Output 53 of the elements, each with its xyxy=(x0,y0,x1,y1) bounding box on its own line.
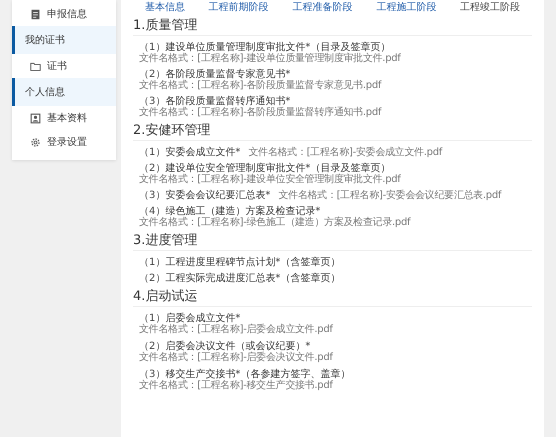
filename-format-hint: 文件名格式：[工程名称]-安委会会议纪要汇总表.pdf xyxy=(278,190,502,201)
stage-tab[interactable]: 基本信息 xyxy=(144,2,185,14)
document-requirement: 启委会决议文件（或会议纪要）* xyxy=(165,341,310,352)
filename-format-hint: 文件名格式：[工程名称]-各阶段质量监督转序通知书.pdf xyxy=(139,107,382,118)
stage-tab[interactable]: 工程前期阶段 xyxy=(208,2,269,14)
item-number: （2） xyxy=(139,341,166,352)
item-number: （1） xyxy=(139,313,166,324)
section-heading: 1.质量管理 xyxy=(133,17,198,35)
item-number: （2） xyxy=(139,69,166,80)
sidebar-item[interactable]: 申报信息 xyxy=(12,2,116,26)
filename-format-hint: 文件名格式：[工程名称]-启委会成立文件.pdf xyxy=(139,324,334,335)
document-requirement: 安委会会议纪要汇总表* xyxy=(165,190,270,201)
filename-format-hint: 文件名格式：[工程名称]-建设单位质量管理制度审批文件.pdf xyxy=(139,53,401,64)
filename-format-hint: 文件名格式：[工程名称]-移交生产交接书.pdf xyxy=(139,380,334,391)
item-number: （1） xyxy=(139,42,166,53)
sidebar-item[interactable]: 证书 xyxy=(12,54,116,78)
document-requirement: 启委会成立文件* xyxy=(165,313,240,324)
profile-card-icon xyxy=(30,112,41,124)
sidebar-item[interactable]: 登录设置 xyxy=(12,130,116,154)
filename-format-hint: 文件名格式：[工程名称]-建设单位安全管理制度审批文件.pdf xyxy=(139,174,401,185)
item-number: （3） xyxy=(139,369,166,380)
document-icon xyxy=(30,8,41,20)
filename-format-hint: 文件名格式：[工程名称]-启委会决议文件.pdf xyxy=(139,352,334,363)
sidebar-group-header[interactable]: 我的证书 xyxy=(12,26,116,54)
stage-tab[interactable]: 工程施工阶段 xyxy=(376,2,436,14)
section-heading: 3.进度管理 xyxy=(133,232,198,250)
document-requirement: 工程实际完成进度汇总表*（含签章页） xyxy=(165,273,340,284)
document-requirement: 安委会成立文件* xyxy=(165,147,240,158)
stage-tab[interactable]: 工程竣工阶段 xyxy=(460,2,520,14)
document-requirement: 建设单位安全管理制度审批文件*（目录及签章页） xyxy=(165,163,390,174)
item-number: （4） xyxy=(139,206,166,217)
gear-icon xyxy=(30,136,41,148)
section-heading: 4.启动试运 xyxy=(133,288,198,306)
sidebar-item[interactable]: 基本资料 xyxy=(12,106,116,130)
item-number: （3） xyxy=(139,96,166,107)
document-requirement: 移交生产交接书*（各参建方签字、盖章） xyxy=(165,369,350,380)
item-number: （1） xyxy=(139,257,166,268)
filename-format-hint: 文件名格式：[工程名称]-各阶段质量监督专家意见书.pdf xyxy=(139,80,382,91)
stage-tab[interactable]: 工程准备阶段 xyxy=(292,2,352,14)
document-requirement: 建设单位质量管理制度审批文件*（目录及签章页） xyxy=(165,42,390,53)
filename-format-hint: 文件名格式：[工程名称]-绿色施工（建造）方案及检查记录.pdf xyxy=(139,217,410,228)
filename-format-hint: 文件名格式：[工程名称]-安委会成立文件.pdf xyxy=(248,147,442,158)
item-number: （1） xyxy=(139,147,166,158)
item-number: （3） xyxy=(139,190,166,201)
document-requirement: 各阶段质量监督专家意见书* xyxy=(165,69,290,80)
sidebar-group-header[interactable]: 个人信息 xyxy=(12,78,116,106)
item-number: （2） xyxy=(139,163,166,174)
document-requirement: 绿色施工（建造）方案及检查记录* xyxy=(165,206,320,217)
folder-icon xyxy=(30,60,41,72)
document-requirement: 各阶段质量监督转序通知书* xyxy=(165,96,290,107)
section-heading: 2.安健环管理 xyxy=(133,122,212,140)
document-requirement: 工程进度里程碑节点计划*（含签章页） xyxy=(165,257,340,268)
item-number: （2） xyxy=(139,273,166,284)
